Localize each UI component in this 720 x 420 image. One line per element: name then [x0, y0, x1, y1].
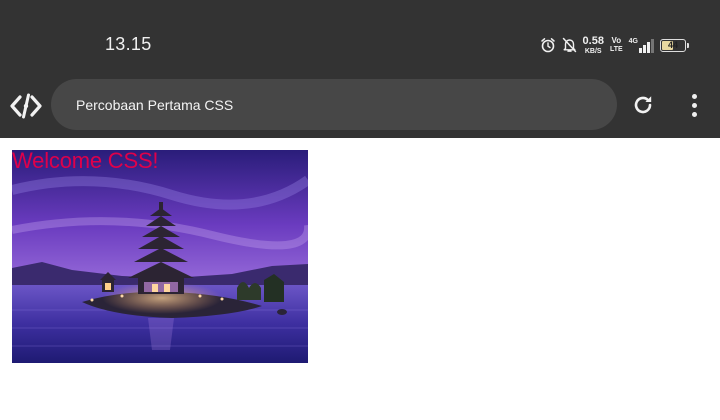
status-bar: 13.15 0.58 KB/S Vo LTE 4G 44	[0, 0, 720, 76]
volte-bottom-label: LTE	[609, 46, 623, 53]
alarm-icon	[540, 37, 556, 53]
page-content: Welcome CSS!	[0, 138, 720, 420]
network-speed: 0.58 KB/S	[582, 34, 604, 55]
address-bar[interactable]: Percobaan Pertama CSS	[51, 79, 617, 130]
status-icons: 0.58 KB/S Vo LTE 4G 44	[540, 34, 689, 55]
page-heading: Welcome CSS!	[12, 150, 159, 173]
hero-image: Welcome CSS!	[12, 150, 308, 363]
phone-screen: 13.15 0.58 KB/S Vo LTE 4G 44 Percobaan P…	[0, 0, 720, 420]
battery-icon: 44	[660, 38, 689, 52]
reload-icon	[634, 96, 652, 114]
status-time: 13.15	[105, 34, 152, 54]
more-vert-icon[interactable]	[684, 90, 704, 120]
volte-top-label: Vo	[611, 36, 622, 45]
volte-indicator: Vo LTE	[609, 36, 623, 54]
signal-icon: 4G	[629, 38, 654, 53]
network-speed-unit: KB/S	[584, 47, 602, 55]
app-logo-icon[interactable]	[10, 92, 42, 120]
network-type-label: 4G	[628, 37, 638, 45]
bell-off-icon	[562, 37, 577, 53]
browser-toolbar: Percobaan Pertama CSS	[0, 76, 720, 138]
battery-level: 44	[667, 40, 678, 50]
address-text: Percobaan Pertama CSS	[76, 96, 234, 113]
reload-button[interactable]	[629, 91, 657, 119]
network-speed-value: 0.58	[582, 34, 604, 47]
